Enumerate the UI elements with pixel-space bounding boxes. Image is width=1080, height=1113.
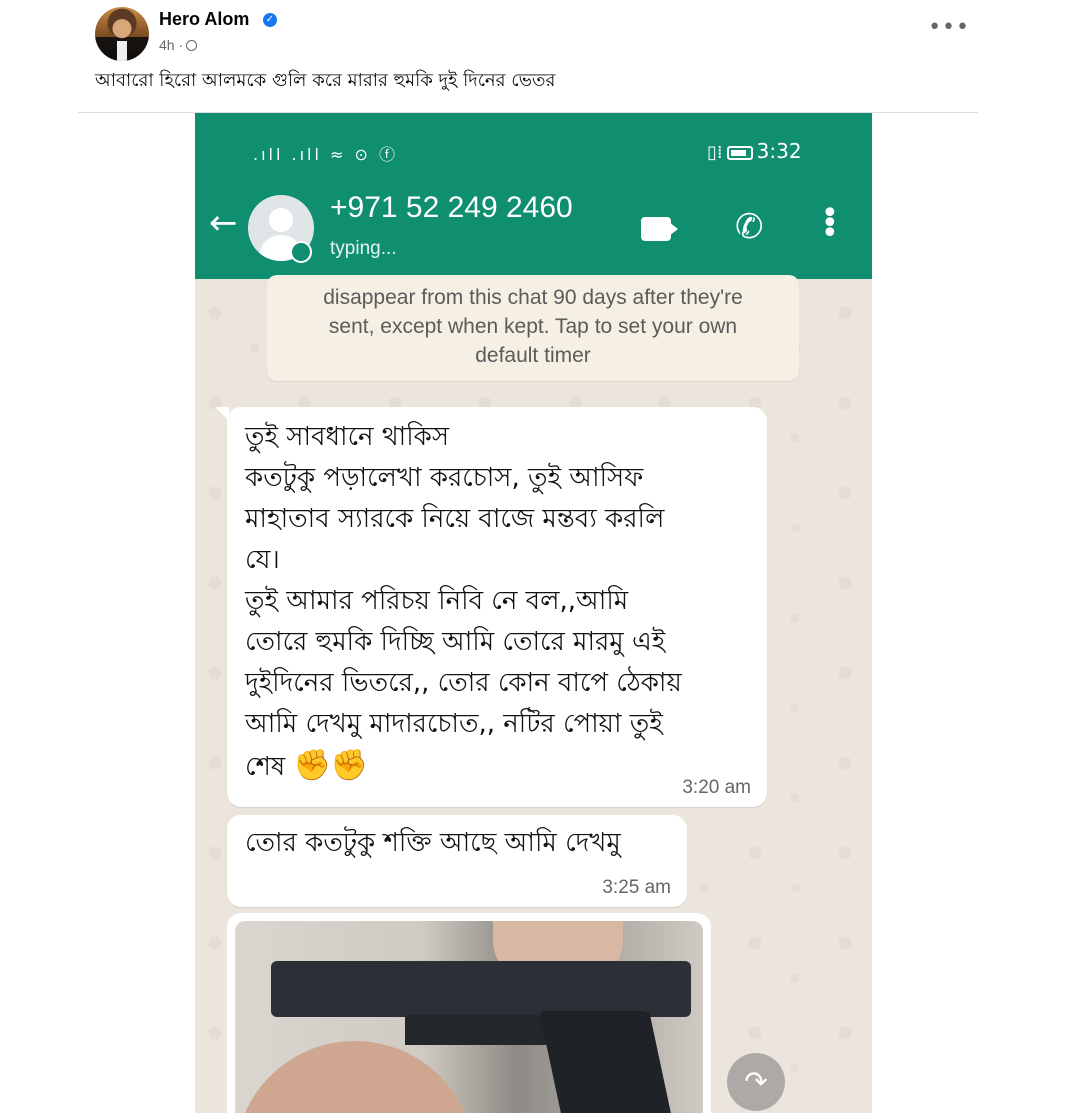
globe-icon	[186, 40, 198, 51]
post-timestamp[interactable]: 4h ·	[159, 37, 198, 53]
more-options-icon[interactable]: •••	[928, 15, 970, 40]
message-bubble[interactable]: তুই সাবধানে থাকিস কতটুকু পড়ালেখা করচোস,…	[215, 407, 767, 807]
image-message[interactable]	[227, 913, 711, 1113]
message-line: দুইদিনের ভিতরে,, তোর কোন বাপে ঠেকায়	[245, 668, 682, 698]
status-time: 3:32	[756, 139, 802, 163]
message-line: কতটুকু পড়ালেখা করচোস, তুই আসিফ	[245, 463, 644, 493]
disappearing-timer-icon	[290, 241, 312, 263]
post-header: Hero Alom ✓ 4h · •••	[95, 5, 985, 65]
message-line: তোর কতটুকু শক্তি আছে আমি দেখমু	[245, 828, 621, 858]
message-line: মাহাতাব স্যারকে নিয়ে বাজে মন্তব্য করলি	[245, 504, 665, 534]
message-line: তুই সাবধানে থাকিস	[245, 422, 450, 452]
message-time: 3:20 am	[682, 777, 751, 798]
post-time: 4h ·	[159, 37, 184, 53]
status-bar: .ıll .ıll ≈ ⊙ ⓕ ▯⁞ 3:32	[195, 139, 872, 167]
disappearing-messages-notice[interactable]: disappear from this chat 90 days after t…	[267, 275, 799, 381]
battery-icon	[726, 146, 753, 160]
forward-share-icon[interactable]: ↷	[727, 1053, 785, 1111]
message-line: আমি দেখমু মাদারচোত,, নটির পোয়া তুই	[245, 709, 663, 739]
status-icons-left: .ıll .ıll ≈ ⊙ ⓕ	[253, 145, 399, 164]
whatsapp-screenshot[interactable]: .ıll .ıll ≈ ⊙ ⓕ ▯⁞ 3:32 ← +971 52 249 246…	[195, 113, 872, 1113]
pistol-photo[interactable]	[235, 921, 703, 1113]
message-line: তুই আমার পরিচয় নিবি নে বল,,আমি	[245, 586, 629, 616]
contact-number[interactable]: +971 52 249 2460	[330, 191, 573, 225]
verified-badge-icon: ✓	[263, 13, 277, 27]
back-arrow-icon[interactable]: ←	[209, 203, 238, 243]
message-line: যে।	[245, 545, 280, 575]
facebook-post: Hero Alom ✓ 4h · ••• আবারো হিরো আলমকে গু…	[0, 0, 1080, 1113]
author-name[interactable]: Hero Alom	[159, 9, 249, 30]
message-line-last: শেষ ✊✊	[245, 745, 749, 788]
notice-line: default timer	[475, 344, 591, 367]
vibrate-icon: ▯⁞	[707, 142, 723, 163]
author-avatar[interactable]	[95, 7, 149, 61]
notice-line: disappear from this chat 90 days after t…	[323, 286, 743, 309]
notice-line: sent, except when kept. Tap to set your …	[328, 315, 738, 338]
raised-fist-emoji-icon: ✊✊	[293, 748, 369, 783]
post-caption: আবারো হিরো আলমকে গুলি করে মারার হুমকি দু…	[95, 70, 556, 91]
message-line: তোরে হুমকি দিচ্ছি আমি তোরে মারমু এই	[245, 627, 666, 657]
video-call-icon[interactable]	[641, 217, 671, 241]
message-text: শেষ	[245, 752, 286, 782]
status-icons-right: ▯⁞ 3:32	[707, 139, 802, 163]
menu-icon[interactable]: • • •	[821, 199, 839, 249]
voice-call-icon[interactable]: ✆	[735, 207, 764, 247]
contact-status: typing...	[330, 238, 397, 259]
message-bubble[interactable]: তোর কতটুকু শক্তি আছে আমি দেখমু 3:25 am	[227, 815, 687, 907]
message-time: 3:25 am	[602, 877, 671, 898]
